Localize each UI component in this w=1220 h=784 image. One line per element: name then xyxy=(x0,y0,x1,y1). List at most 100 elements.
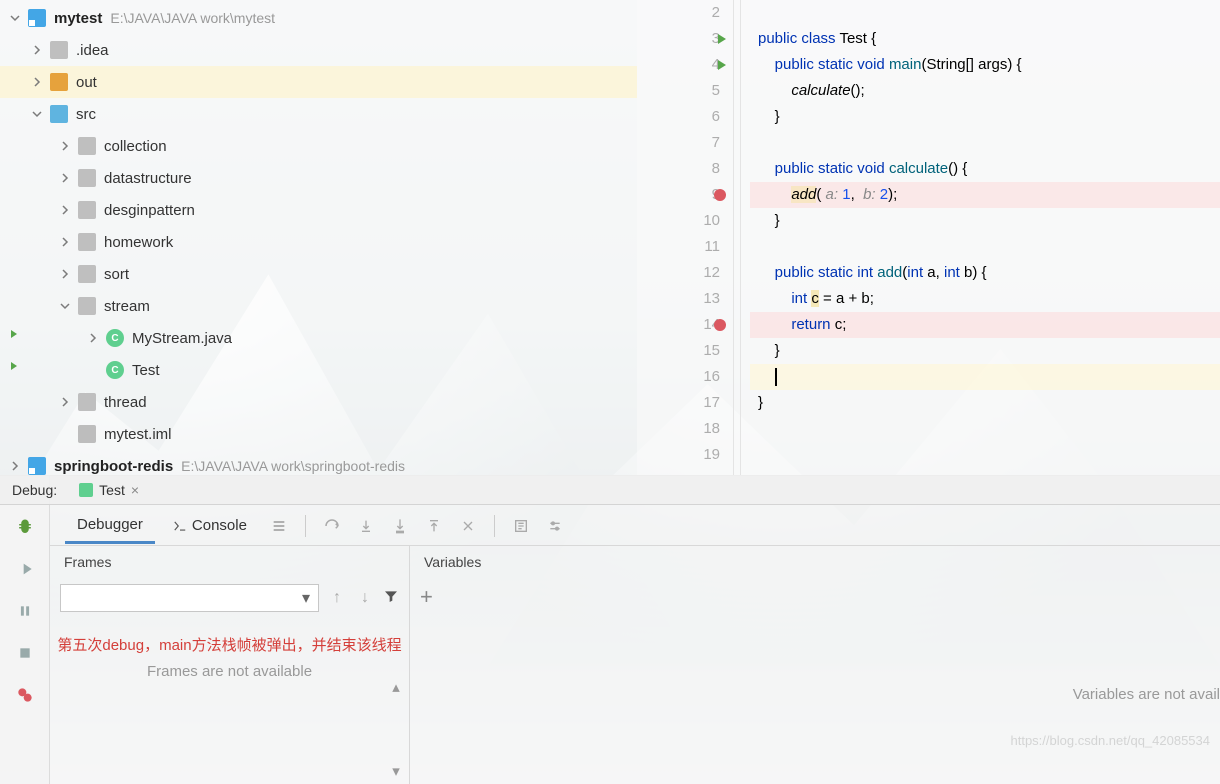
drop-frame-button[interactable] xyxy=(454,512,482,540)
tree-label: mytest.iml xyxy=(104,426,172,443)
tab-debugger[interactable]: Debugger xyxy=(65,508,155,544)
tree-label: stream xyxy=(104,298,150,315)
pause-button[interactable] xyxy=(14,600,36,622)
stop-button[interactable] xyxy=(14,642,36,664)
next-frame-button[interactable]: ↓ xyxy=(355,589,375,607)
chevron-right-icon[interactable] xyxy=(58,395,72,409)
code-line xyxy=(750,234,1220,260)
scroll-down-button[interactable]: ▾ xyxy=(387,762,405,780)
java-class-icon: C xyxy=(106,361,124,379)
java-class-icon: C xyxy=(106,329,124,347)
force-step-into-button[interactable] xyxy=(386,512,414,540)
variables-toolbar: + xyxy=(410,578,1220,616)
chevron-right-icon[interactable] xyxy=(58,203,72,217)
chevron-right-icon[interactable] xyxy=(86,331,100,345)
chevron-down-icon[interactable] xyxy=(58,299,72,313)
tree-row-src[interactable]: src xyxy=(0,98,637,130)
evaluate-button[interactable] xyxy=(507,512,535,540)
line-number: 7 xyxy=(712,130,720,156)
chevron-right-icon[interactable] xyxy=(58,235,72,249)
frames-title: Frames xyxy=(50,546,409,578)
tree-label: thread xyxy=(104,394,147,411)
source-folder-icon xyxy=(50,105,68,123)
step-into-button[interactable] xyxy=(352,512,380,540)
tree-row-datastructure[interactable]: datastructure xyxy=(0,162,637,194)
code-editor[interactable]: 2 3 4 5 6 7 8 9 10 11 12 13 14 15 16 17 … xyxy=(637,0,1220,475)
tree-row-root[interactable]: mytestE:\JAVA\JAVA work\mytest xyxy=(0,2,637,34)
prev-frame-button[interactable]: ↑ xyxy=(327,589,347,607)
chevron-right-icon[interactable] xyxy=(58,267,72,281)
line-number: 2 xyxy=(712,0,720,26)
line-number: 16 xyxy=(703,364,720,390)
step-over-button[interactable] xyxy=(318,512,346,540)
settings-button[interactable] xyxy=(541,512,569,540)
code-line: public static void calculate() { xyxy=(750,156,1220,182)
code-line xyxy=(750,364,1220,390)
debug-header: Debug: Test × xyxy=(0,475,1220,505)
debug-tab-label: Test xyxy=(99,482,125,498)
chevron-right-icon[interactable] xyxy=(58,139,72,153)
tree-row-redis[interactable]: springboot-redisE:\JAVA\JAVA work\spring… xyxy=(0,450,637,475)
filter-icon[interactable] xyxy=(383,588,399,609)
chevron-right-icon[interactable] xyxy=(30,43,44,57)
line-number: 13 xyxy=(703,286,720,312)
tree-label: .idea xyxy=(76,42,109,59)
run-gutter-icon[interactable] xyxy=(718,60,726,70)
code-line xyxy=(750,130,1220,156)
tree-label: MyStream.java xyxy=(132,330,232,347)
tree-row-idea[interactable]: .idea xyxy=(0,34,637,66)
chevron-right-icon[interactable] xyxy=(8,459,22,473)
text-cursor xyxy=(775,368,777,386)
tree-row-out[interactable]: out xyxy=(0,66,637,98)
code-line: calculate(); xyxy=(750,78,1220,104)
scroll-up-button[interactable]: ▴ xyxy=(387,678,405,696)
package-icon xyxy=(78,233,96,251)
breakpoint-icon[interactable] xyxy=(714,189,726,201)
debug-label: Debug: xyxy=(0,482,69,498)
fold-column[interactable] xyxy=(732,0,750,475)
threads-button[interactable] xyxy=(265,512,293,540)
tree-row-thread[interactable]: thread xyxy=(0,386,637,418)
tree-row-stream[interactable]: stream xyxy=(0,290,637,322)
breakpoints-button[interactable] xyxy=(14,684,36,706)
caret-down-icon: ▾ xyxy=(302,588,310,608)
package-icon xyxy=(78,297,96,315)
package-icon xyxy=(78,201,96,219)
resume-button[interactable] xyxy=(14,558,36,580)
line-number: 11 xyxy=(704,234,720,260)
chevron-right-icon[interactable] xyxy=(30,75,44,89)
debug-tabs: Debugger Console xyxy=(50,506,1220,546)
file-icon xyxy=(78,425,96,443)
variables-body: Variables are not avail xyxy=(410,616,1220,784)
chevron-down-icon[interactable] xyxy=(8,11,22,25)
project-tree[interactable]: mytestE:\JAVA\JAVA work\mytest .idea out… xyxy=(0,0,637,475)
chevron-right-icon[interactable] xyxy=(58,171,72,185)
tree-row-mystream[interactable]: C MyStream.java xyxy=(0,322,637,354)
close-icon[interactable]: × xyxy=(131,482,139,498)
debug-tab[interactable]: Test × xyxy=(69,475,149,505)
frames-pane: Frames ▾ ↑ ↓ 第五次debug，main方法栈帧被弹出，并结束该线程… xyxy=(50,546,410,784)
module-icon xyxy=(28,9,46,27)
step-out-button[interactable] xyxy=(420,512,448,540)
breakpoint-icon[interactable] xyxy=(714,319,726,331)
line-number: 8 xyxy=(712,156,720,182)
thread-selector[interactable]: ▾ xyxy=(60,584,319,612)
gutter[interactable]: 2 3 4 5 6 7 8 9 10 11 12 13 14 15 16 17 … xyxy=(637,0,732,475)
tree-row-sort[interactable]: sort xyxy=(0,258,637,290)
tree-row-homework[interactable]: homework xyxy=(0,226,637,258)
package-icon xyxy=(78,265,96,283)
add-watch-button[interactable]: + xyxy=(420,584,433,610)
tree-row-test[interactable]: C Test xyxy=(0,354,637,386)
tab-console[interactable]: Console xyxy=(161,509,259,542)
folder-icon xyxy=(50,73,68,91)
tree-row-iml[interactable]: mytest.iml xyxy=(0,418,637,450)
run-gutter-icon[interactable] xyxy=(718,34,726,44)
code-area[interactable]: public class Test { public static void m… xyxy=(750,0,1220,475)
code-line xyxy=(750,0,1220,26)
chevron-down-icon[interactable] xyxy=(30,107,44,121)
variables-title: Variables xyxy=(410,546,1220,578)
tree-row-collection[interactable]: collection xyxy=(0,130,637,162)
debug-rail xyxy=(0,476,50,784)
rerun-debug-button[interactable] xyxy=(14,516,36,538)
tree-row-desginpattern[interactable]: desginpattern xyxy=(0,194,637,226)
